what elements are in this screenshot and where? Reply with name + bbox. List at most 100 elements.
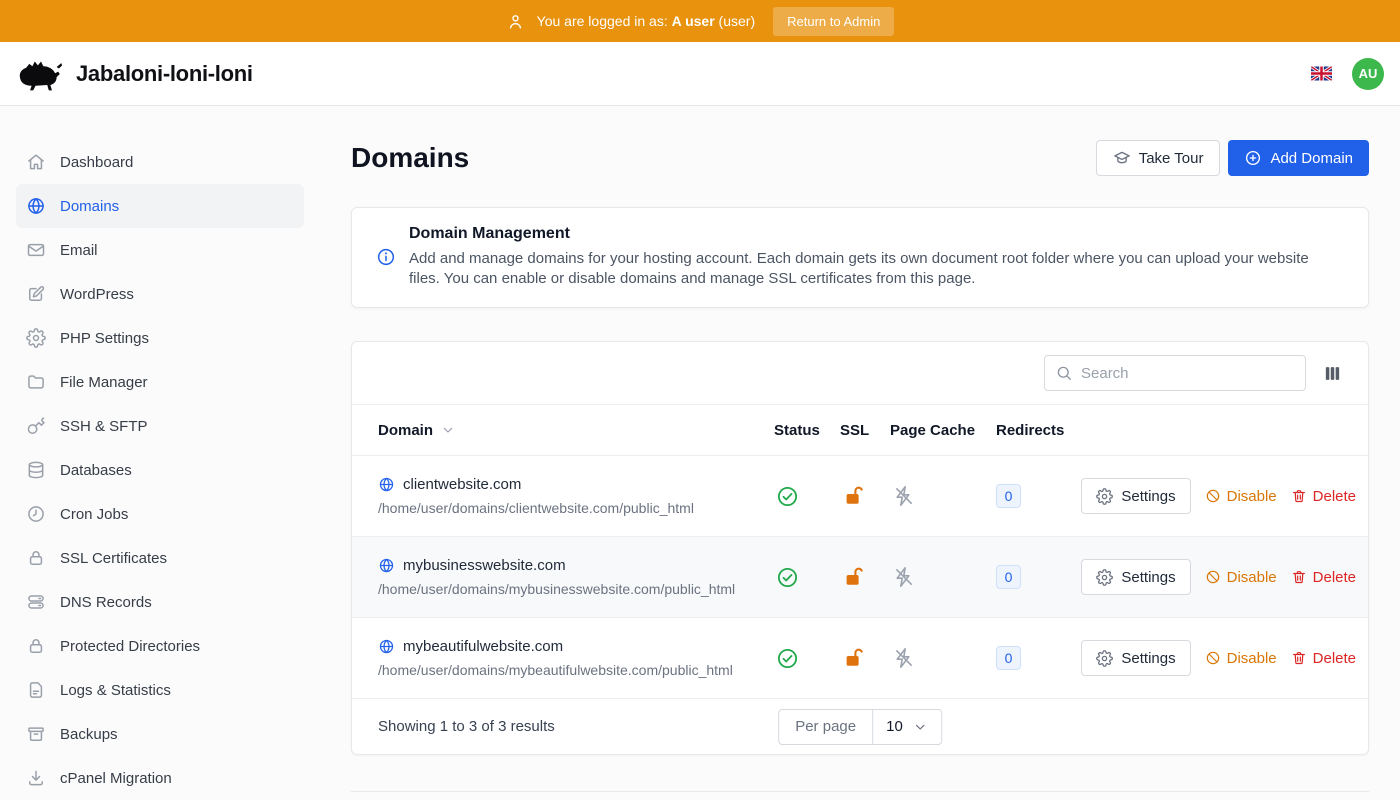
database-icon xyxy=(26,460,46,480)
globe-icon xyxy=(26,196,46,216)
brand-title: Jabaloni-loni-loni xyxy=(76,61,253,87)
main-content: Domains Take Tour Add Domain Domain Mana… xyxy=(320,106,1400,800)
settings-button[interactable]: Settings xyxy=(1081,478,1190,514)
delete-button[interactable]: Delete xyxy=(1291,650,1356,667)
page-cache-disabled-icon[interactable] xyxy=(892,565,916,589)
chevron-down-icon xyxy=(912,719,928,735)
redirects-count-badge[interactable]: 0 xyxy=(996,646,1021,670)
take-tour-button[interactable]: Take Tour xyxy=(1096,140,1221,176)
add-domain-button[interactable]: Add Domain xyxy=(1228,140,1369,176)
clock-icon xyxy=(26,504,46,524)
sidebar-item-protected-directories[interactable]: Protected Directories xyxy=(16,624,304,668)
table-header: Domain Status SSL Page Cache Redirects xyxy=(352,405,1368,456)
user-avatar[interactable]: AU xyxy=(1352,58,1384,90)
search-box xyxy=(1044,355,1306,391)
table-row: mybusinesswebsite.com /home/user/domains… xyxy=(352,537,1368,618)
sidebar-item-dns-records[interactable]: DNS Records xyxy=(16,580,304,624)
sidebar-item-ssh-sftp[interactable]: SSH & SFTP xyxy=(16,404,304,448)
results-summary: Showing 1 to 3 of 3 results xyxy=(378,718,555,735)
sidebar-item-ssl-certificates[interactable]: SSL Certificates xyxy=(16,536,304,580)
page-title: Domains xyxy=(351,142,469,174)
sidebar-item-cron-jobs[interactable]: Cron Jobs xyxy=(16,492,304,536)
delete-button[interactable]: Delete xyxy=(1291,569,1356,586)
domain-path: /home/user/domains/clientwebsite.com/pub… xyxy=(378,500,774,516)
boar-logo xyxy=(16,56,66,92)
ssl-unlocked-icon[interactable] xyxy=(842,646,866,670)
disable-button[interactable]: Disable xyxy=(1205,569,1277,586)
gear-icon xyxy=(1096,488,1113,505)
document-icon xyxy=(26,680,46,700)
page-cache-disabled-icon[interactable] xyxy=(892,646,916,670)
ban-icon xyxy=(1205,569,1221,585)
domains-table-card: Domain Status SSL Page Cache Redirects c… xyxy=(351,341,1369,755)
banner-message: You are logged in as: A user (user) xyxy=(537,13,755,29)
delete-button[interactable]: Delete xyxy=(1291,488,1356,505)
info-card-body: Add and manage domains for your hosting … xyxy=(409,249,1339,289)
sidebar-item-cpanel-migration[interactable]: cPanel Migration xyxy=(16,756,304,800)
search-icon xyxy=(1055,364,1073,382)
sidebar-item-logs-statistics[interactable]: Logs & Statistics xyxy=(16,668,304,712)
server-icon xyxy=(26,592,46,612)
sidebar-item-file-manager[interactable]: File Manager xyxy=(16,360,304,404)
per-page-control: Per page 10 xyxy=(778,709,942,745)
domain-path: /home/user/domains/mybeautifulwebsite.co… xyxy=(378,662,774,678)
domain-name[interactable]: mybusinesswebsite.com xyxy=(403,557,566,574)
trash-icon xyxy=(1291,650,1307,666)
redirects-count-badge[interactable]: 0 xyxy=(996,565,1021,589)
sidebar-item-dashboard[interactable]: Dashboard xyxy=(16,140,304,184)
disable-button[interactable]: Disable xyxy=(1205,488,1277,505)
ssl-unlocked-icon[interactable] xyxy=(842,565,866,589)
language-flag-icon[interactable] xyxy=(1311,66,1332,81)
status-active-icon xyxy=(776,566,799,589)
impersonation-banner: You are logged in as: A user (user) Retu… xyxy=(0,0,1400,42)
status-active-icon xyxy=(776,485,799,508)
app-header: Jabaloni-loni-loni AU xyxy=(0,42,1400,106)
sidebar-item-email[interactable]: Email xyxy=(16,228,304,272)
info-icon xyxy=(376,247,396,267)
column-header-status: Status xyxy=(774,422,840,439)
plus-circle-icon xyxy=(1244,149,1262,167)
sidebar: Dashboard Domains Email WordPress PHP Se… xyxy=(0,106,320,800)
sidebar-item-backups[interactable]: Backups xyxy=(16,712,304,756)
column-header-domain[interactable]: Domain xyxy=(378,422,774,439)
disable-button[interactable]: Disable xyxy=(1205,650,1277,667)
lock-icon xyxy=(26,548,46,568)
table-footer: Showing 1 to 3 of 3 results Per page 10 xyxy=(352,699,1368,754)
ban-icon xyxy=(1205,650,1221,666)
return-to-admin-button[interactable]: Return to Admin xyxy=(773,7,894,36)
domain-name[interactable]: mybeautifulwebsite.com xyxy=(403,638,563,655)
chevron-down-icon xyxy=(440,422,456,438)
archive-icon xyxy=(26,724,46,744)
ssl-unlocked-icon[interactable] xyxy=(842,484,866,508)
section-divider xyxy=(351,791,1369,792)
column-header-ssl: SSL xyxy=(840,422,890,439)
search-input[interactable] xyxy=(1081,365,1295,382)
settings-button[interactable]: Settings xyxy=(1081,640,1190,676)
page-cache-disabled-icon[interactable] xyxy=(892,484,916,508)
domain-management-info-card: Domain Management Add and manage domains… xyxy=(351,207,1369,308)
gear-icon xyxy=(1096,569,1113,586)
trash-icon xyxy=(1291,488,1307,504)
sidebar-item-databases[interactable]: Databases xyxy=(16,448,304,492)
home-icon xyxy=(26,152,46,172)
status-active-icon xyxy=(776,647,799,670)
key-icon xyxy=(26,416,46,436)
column-header-page-cache: Page Cache xyxy=(890,422,996,439)
graduation-cap-icon xyxy=(1113,149,1131,167)
per-page-select[interactable]: 10 xyxy=(873,710,941,744)
column-header-redirects: Redirects xyxy=(996,422,1084,439)
gear-icon xyxy=(26,328,46,348)
sidebar-item-wordpress[interactable]: WordPress xyxy=(16,272,304,316)
settings-button[interactable]: Settings xyxy=(1081,559,1190,595)
folder-icon xyxy=(26,372,46,392)
sidebar-item-domains[interactable]: Domains xyxy=(16,184,304,228)
sidebar-item-php-settings[interactable]: PHP Settings xyxy=(16,316,304,360)
domain-name[interactable]: clientwebsite.com xyxy=(403,476,521,493)
globe-icon xyxy=(378,557,395,574)
redirects-count-badge[interactable]: 0 xyxy=(996,484,1021,508)
globe-icon xyxy=(378,638,395,655)
column-toggle-icon[interactable] xyxy=(1323,364,1342,383)
lock-icon xyxy=(26,636,46,656)
mail-icon xyxy=(26,240,46,260)
table-row: mybeautifulwebsite.com /home/user/domain… xyxy=(352,618,1368,699)
